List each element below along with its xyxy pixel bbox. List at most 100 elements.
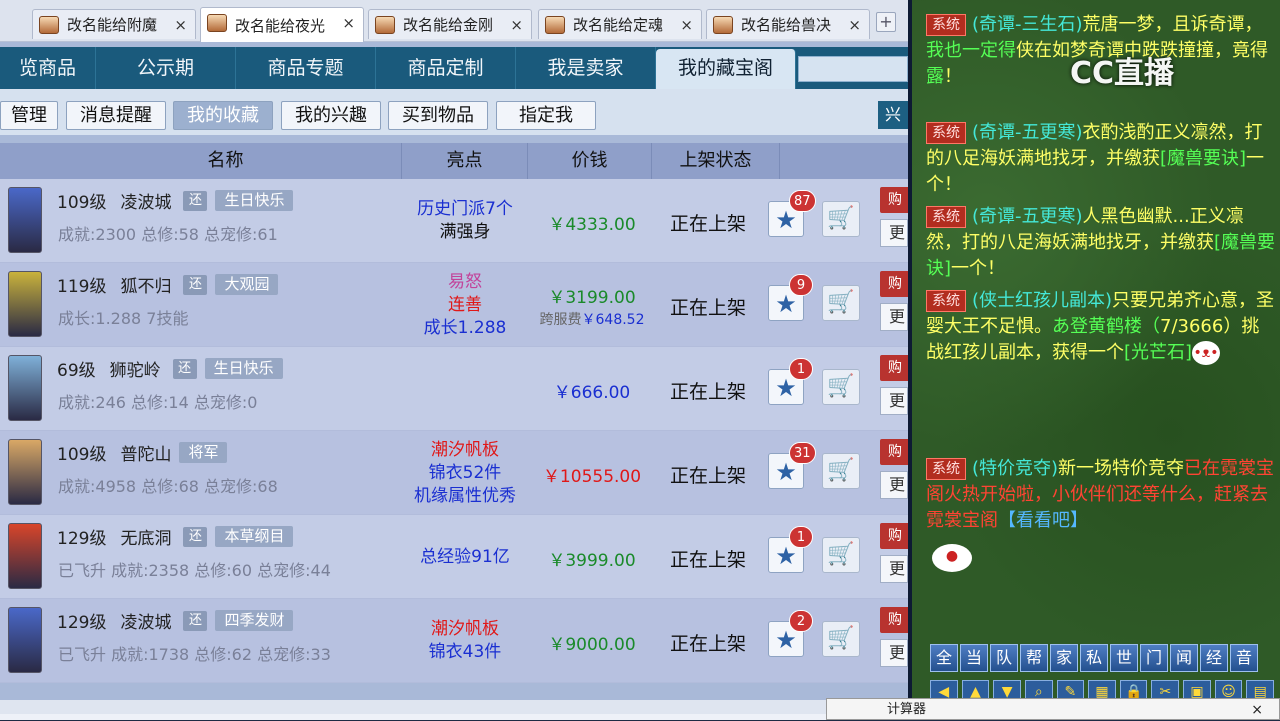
table-row[interactable]: 69级 狮驼岭还生日快乐 成就:246 总修:14 总宠修:0 ￥666.00 正在上架… (0, 347, 908, 431)
favorite-button[interactable]: ★ 1 (768, 358, 813, 405)
chat-channel-button[interactable]: 帮 (1020, 644, 1048, 672)
close-icon[interactable]: × (848, 16, 861, 34)
more-button[interactable]: 更 (880, 639, 908, 667)
buy-button[interactable]: 购 (880, 271, 908, 297)
favorite-button[interactable]: ★ 87 (768, 190, 816, 237)
buy-button[interactable]: 购 (880, 355, 908, 381)
character-title: 129级 无底洞还本草纲目 (57, 524, 294, 549)
highlight-text: 锦衣43件 (428, 642, 502, 662)
buy-button[interactable]: 购 (880, 607, 908, 633)
chat-channel-button[interactable]: 队 (990, 644, 1018, 672)
chat-message: 系统 (奇谭-五更寒)人黑色幽默...正义凛然，打的八足海妖满地找牙，并缴获[魔兽… (926, 204, 1276, 282)
school-text: 凌波城 (120, 193, 172, 213)
browser-tab[interactable]: 改名能给金刚 × (368, 9, 532, 39)
column-header: 名称 (50, 143, 402, 179)
chat-channel-button[interactable]: 全 (930, 644, 958, 672)
school-text: 狮驼岭 (109, 361, 161, 381)
sub-nav-button[interactable]: 我的兴趣 (281, 101, 381, 130)
table-row[interactable]: 109级 普陀山 将军 成就:4958 总修:68 总宠修:68 潮汐帆板 锦衣52件 机缘… (0, 431, 908, 515)
browser-tab[interactable]: 改名能给附魔 × (32, 9, 196, 39)
sub-nav-button[interactable]: 指定我 (496, 101, 596, 130)
browser-tab[interactable]: 改名能给定魂 × (538, 9, 702, 39)
favorite-count-badge: 2 (789, 610, 813, 632)
main-nav-tab[interactable]: 公示期 (96, 47, 236, 89)
table-row[interactable]: 109级 凌波城还生日快乐 成就:2300 总修:58 总宠修:61 历史门派7个 满强… (0, 179, 908, 263)
favorite-button[interactable]: ★ 9 (768, 274, 813, 321)
cart-icon[interactable]: 🛒 (822, 201, 860, 237)
more-button[interactable]: 更 (880, 303, 908, 331)
close-icon[interactable]: × (680, 16, 693, 34)
character-stats: 成就:4958 总修:68 总宠修:68 (58, 477, 278, 496)
browser-tab-strip: 改名能给附魔 × 改名能给夜光 × 改名能给金刚 × 改名能给定魂 × 改名能给兽决 × + (0, 0, 912, 42)
cart-icon[interactable]: 🛒 (822, 453, 860, 489)
table-row[interactable]: 129级 凌波城还四季发财 已飞升 成就:1738 总修:62 总宠修:33 潮汐帆板… (0, 599, 908, 683)
level-text: 109级 (57, 445, 107, 465)
main-nav-tab[interactable]: 我是卖家 (516, 47, 656, 89)
highlight-text: 满强身 (439, 222, 491, 242)
cart-icon[interactable]: 🛒 (822, 369, 860, 405)
sub-nav-button[interactable]: 买到物品 (388, 101, 488, 130)
browser-tab-label: 改名能给兽决 (741, 16, 832, 34)
main-nav-tab[interactable]: 览商品 (0, 47, 96, 89)
buy-button[interactable]: 购 (880, 187, 908, 213)
buy-button[interactable]: 购 (880, 439, 908, 465)
panel-footer (0, 700, 908, 714)
add-tab-button[interactable]: + (876, 12, 896, 32)
favorite-button[interactable]: ★ 31 (768, 442, 816, 489)
listing-status: 正在上架 (670, 549, 747, 571)
school-text: 凌波城 (120, 613, 172, 633)
browser-tab[interactable]: 改名能给兽决 × (706, 9, 870, 39)
highlight-text: 成长1.288 (423, 317, 507, 338)
ladybug-emoji-icon: ● (932, 544, 972, 572)
sub-nav-button[interactable]: 消息提醒 (66, 101, 166, 130)
highlight-text: 总经验91亿 (420, 546, 510, 567)
chat-channel-button[interactable]: 私 (1080, 644, 1108, 672)
listing-status: 正在上架 (670, 633, 747, 655)
character-portrait (8, 271, 42, 337)
huan-tag: 还 (183, 610, 208, 631)
chat-channel-button[interactable]: 世 (1110, 644, 1138, 672)
close-icon[interactable]: × (342, 14, 355, 32)
favorite-button[interactable]: ★ 2 (768, 610, 813, 657)
cart-icon[interactable]: 🛒 (822, 537, 860, 573)
more-button[interactable]: 更 (880, 555, 908, 583)
cart-icon[interactable]: 🛒 (822, 285, 860, 321)
close-icon[interactable]: × (174, 16, 187, 34)
table-row[interactable]: 129级 无底洞还本草纲目 已飞升 成就:2358 总修:60 总宠修:44 总经验9… (0, 515, 908, 599)
sub-nav-right-button[interactable]: 兴 (878, 101, 908, 129)
chat-channel-button[interactable]: 门 (1140, 644, 1168, 672)
fee-value: ￥648.52 (581, 312, 645, 328)
main-nav-tab[interactable]: 商品专题 (236, 47, 376, 89)
fee-label: 跨服费 (539, 312, 582, 328)
close-icon[interactable]: × (1251, 699, 1263, 721)
sub-nav-button[interactable]: 管理 (0, 101, 58, 130)
chat-channel: (奇谭-三生石) (972, 14, 1083, 35)
table-row[interactable]: 119级 狐不归还大观园 成长:1.288 7技能 易怒 连善 成长1.288 ￥3199.… (0, 263, 908, 347)
game-window: 改名能给附魔 × 改名能给夜光 × 改名能给金刚 × 改名能给定魂 × 改名能给兽决 × + 览商品… (0, 0, 912, 720)
browser-tab[interactable]: 改名能给夜光 × (200, 7, 364, 42)
more-button[interactable]: 更 (880, 471, 908, 499)
chat-channel-button[interactable]: 闻 (1170, 644, 1198, 672)
browser-tab-label: 改名能给金刚 (403, 16, 494, 34)
chat-text: 荒唐一梦，且诉奇谭， (1082, 14, 1263, 35)
chat-channel-button[interactable]: 音 (1230, 644, 1258, 672)
calculator-popup[interactable]: 计算器 × (826, 698, 1280, 720)
main-nav-tab[interactable]: 我的藏宝阁 (656, 49, 796, 89)
highlight-text: 潮汐帆板 (431, 619, 499, 639)
favorite-button[interactable]: ★ 1 (768, 526, 813, 573)
sub-nav-button[interactable]: 我的收藏 (173, 101, 273, 130)
main-nav: 览商品 公示期 商品专题 商品定制 我是卖家 我的藏宝阁 (0, 47, 908, 89)
close-icon[interactable]: × (510, 16, 523, 34)
buy-button[interactable]: 购 (880, 523, 908, 549)
more-button[interactable]: 更 (880, 387, 908, 415)
more-button[interactable]: 更 (880, 219, 908, 247)
favorite-count-badge: 1 (789, 358, 813, 380)
chat-channel-button[interactable]: 家 (1050, 644, 1078, 672)
main-nav-tab[interactable]: 商品定制 (376, 47, 516, 89)
system-badge: 系统 (926, 14, 966, 36)
cart-icon[interactable]: 🛒 (822, 621, 860, 657)
chat-channel-button[interactable]: 经 (1200, 644, 1228, 672)
nav-search-input[interactable] (798, 56, 908, 82)
chat-channel-button[interactable]: 当 (960, 644, 988, 672)
huan-tag: 还 (183, 190, 208, 211)
